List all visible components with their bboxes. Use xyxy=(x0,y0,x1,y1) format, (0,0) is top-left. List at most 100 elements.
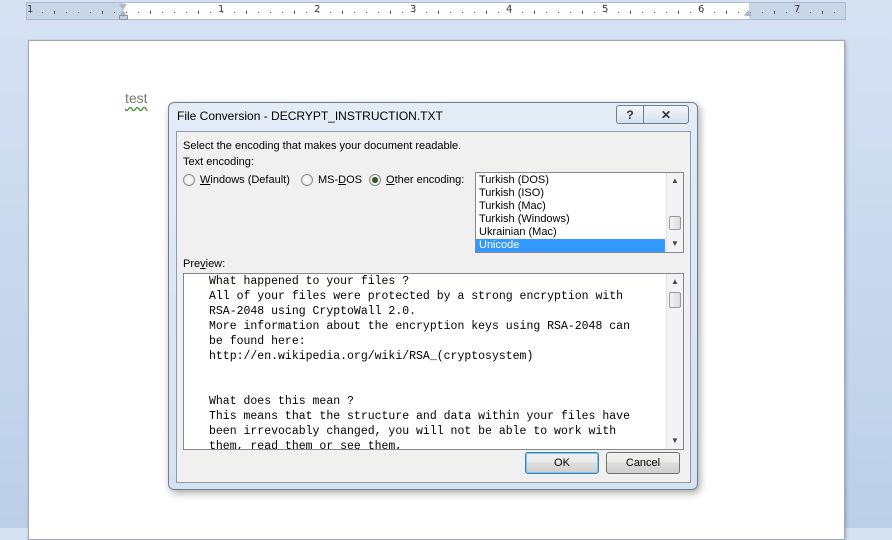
ruler-tick xyxy=(582,11,583,14)
ruler-tick xyxy=(450,12,451,13)
ruler-tick xyxy=(138,12,139,13)
radio-ms-dos[interactable]: MS-DOS xyxy=(301,174,362,186)
ruler-tick xyxy=(210,12,211,13)
ruler-tick xyxy=(246,11,247,14)
ruler-tick xyxy=(54,11,55,14)
ruler-tick xyxy=(630,11,631,14)
ruler-tick xyxy=(354,12,355,13)
scroll-up-arrow-icon[interactable]: ▲ xyxy=(667,173,683,189)
text-encoding-label: Text encoding: xyxy=(183,156,254,168)
preview-line: This means that the structure and data w… xyxy=(209,410,630,423)
ruler-left-margin xyxy=(27,3,123,19)
list-item[interactable]: Turkish (Windows) xyxy=(476,213,665,226)
close-button[interactable]: ✕ xyxy=(643,105,689,124)
ruler-tick xyxy=(606,12,607,13)
ok-button[interactable]: OK xyxy=(525,452,599,474)
ruler-tick xyxy=(618,12,619,13)
ruler-tick xyxy=(318,12,319,13)
preview-line: All of your files were protected by a st… xyxy=(209,290,624,303)
ruler-tick xyxy=(678,11,679,14)
ruler-tick xyxy=(222,12,223,13)
radio-label: Other encoding: xyxy=(386,174,465,186)
list-item[interactable]: Turkish (Mac) xyxy=(476,200,665,213)
scroll-thumb[interactable] xyxy=(669,216,681,230)
preview-line: What happened to your files ? xyxy=(209,275,410,288)
ruler-number: 6 xyxy=(698,4,705,15)
ruler-tick xyxy=(738,12,739,13)
encoding-listbox[interactable]: Turkish (DOS) Turkish (ISO) Turkish (Mac… xyxy=(475,172,684,253)
ruler-tick xyxy=(330,12,331,13)
preview-line: More information about the encryption ke… xyxy=(209,320,630,333)
ruler-tick xyxy=(30,12,31,13)
help-icon: ? xyxy=(626,107,634,122)
list-item-selected[interactable]: Unicode xyxy=(476,239,665,252)
ruler-tick xyxy=(198,11,199,14)
list-item[interactable]: Turkish (DOS) xyxy=(476,174,665,187)
ruler-tick xyxy=(78,12,79,13)
preview-line xyxy=(209,379,669,394)
preview-line: be found here: xyxy=(209,335,306,348)
ruler-tick xyxy=(510,12,511,13)
ruler-tick xyxy=(546,12,547,13)
document-text[interactable]: test xyxy=(125,90,148,106)
ruler-tick xyxy=(162,12,163,13)
ruler-tick xyxy=(234,12,235,13)
ruler-tick xyxy=(426,12,427,13)
left-indent-marker[interactable] xyxy=(119,15,128,20)
scroll-up-arrow-icon[interactable]: ▲ xyxy=(667,274,683,290)
preview-scrollbar[interactable]: ▲ ▼ xyxy=(666,274,683,449)
help-button[interactable]: ? xyxy=(616,105,644,124)
ruler-tick xyxy=(174,12,175,13)
ruler-tick xyxy=(654,12,655,13)
preview-line: What does this mean ? xyxy=(209,395,354,408)
ruler-tick xyxy=(402,12,403,13)
ruler-tick xyxy=(822,11,823,14)
preview-line: them, read them or see them, xyxy=(209,440,403,450)
right-indent-marker[interactable] xyxy=(744,10,752,16)
preview-line: been irrevocably changed, you will not b… xyxy=(209,425,617,438)
ruler-tick xyxy=(522,12,523,13)
cancel-button[interactable]: Cancel xyxy=(606,452,680,474)
instruction-text: Select the encoding that makes your docu… xyxy=(183,140,462,152)
preview-line xyxy=(209,364,669,379)
ruler-tick xyxy=(366,12,367,13)
ruler-tick xyxy=(690,12,691,13)
ruler-tick xyxy=(834,12,835,13)
listbox-scrollbar[interactable]: ▲ ▼ xyxy=(666,173,683,252)
ruler-tick xyxy=(570,12,571,13)
ruler-tick xyxy=(306,12,307,13)
ruler-tick xyxy=(258,12,259,13)
ruler-tick xyxy=(726,11,727,14)
ruler-tick xyxy=(342,11,343,14)
ruler-tick xyxy=(150,11,151,14)
ruler-tick xyxy=(798,12,799,13)
dialog-client-area: Select the encoding that makes your docu… xyxy=(176,131,691,483)
radio-windows-default[interactable]: Windows (Default) xyxy=(183,174,290,186)
radio-label: Windows (Default) xyxy=(200,174,290,186)
ruler-tick xyxy=(378,12,379,13)
scroll-down-arrow-icon[interactable]: ▼ xyxy=(667,433,683,449)
ruler-tick xyxy=(462,12,463,13)
list-item[interactable]: Ukrainian (Mac) xyxy=(476,226,665,239)
ruler-number: 1 xyxy=(27,4,34,15)
close-icon: ✕ xyxy=(660,107,672,122)
ruler-number: 2 xyxy=(314,4,321,15)
radio-button-selected[interactable] xyxy=(369,174,381,186)
ruler-tick xyxy=(810,12,811,13)
ruler-tick xyxy=(534,11,535,14)
radio-button[interactable] xyxy=(183,174,195,186)
radio-other-encoding[interactable]: Other encoding: xyxy=(369,174,464,186)
ruler-tick xyxy=(786,12,787,13)
list-item[interactable]: Turkish (ISO) xyxy=(476,187,665,200)
preview-text: What happened to your files ? All of your… xyxy=(209,274,669,450)
ruler-number: 3 xyxy=(410,4,417,15)
horizontal-ruler[interactable]: 1 1 2 3 4 5 6 7 xyxy=(26,2,846,20)
ruler-tick xyxy=(90,12,91,13)
scroll-down-arrow-icon[interactable]: ▼ xyxy=(667,236,683,252)
ruler-tick xyxy=(702,12,703,13)
ruler-tick xyxy=(762,12,763,13)
scroll-thumb[interactable] xyxy=(669,292,681,308)
ruler-tick xyxy=(498,12,499,13)
radio-button[interactable] xyxy=(301,174,313,186)
preview-box[interactable]: What happened to your files ? All of your… xyxy=(183,273,684,450)
